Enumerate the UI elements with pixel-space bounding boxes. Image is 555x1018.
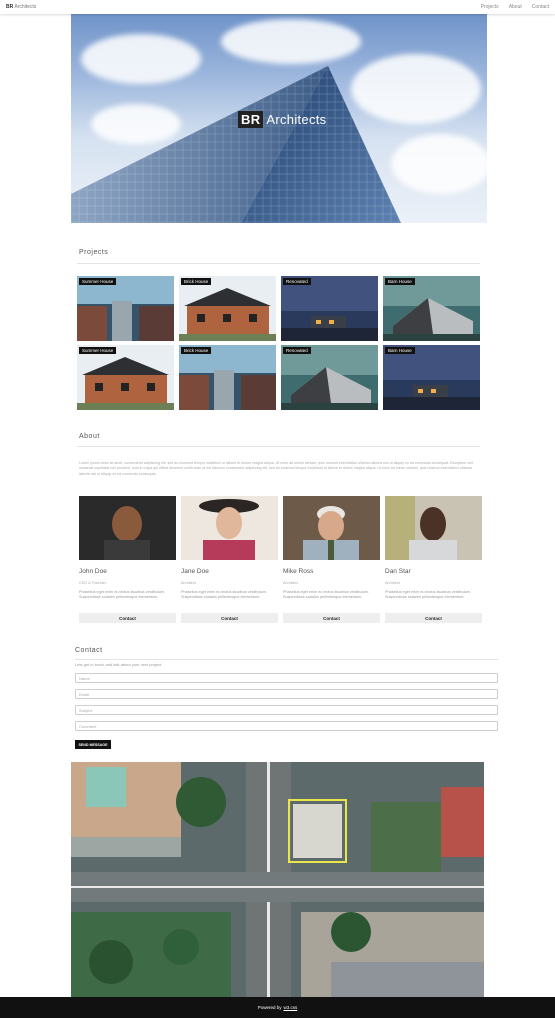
contact-divider bbox=[75, 659, 498, 660]
project-image bbox=[179, 276, 276, 341]
brand-bold: BR bbox=[6, 4, 14, 10]
team-role: CEO & Founder bbox=[79, 581, 107, 585]
team-description: Phasellus eget enim eu lectus faucibus v… bbox=[385, 590, 471, 599]
hero-badge: BR bbox=[238, 111, 264, 128]
team-card-dan-star: Dan Star Architect Phasellus eget enim e… bbox=[385, 496, 482, 623]
project-card-renovated-2[interactable]: Renovated bbox=[281, 345, 378, 410]
hero-title: BR Architects bbox=[238, 111, 326, 128]
footer-text: Powered by bbox=[257, 1005, 282, 1010]
project-image bbox=[77, 276, 174, 341]
subject-field[interactable]: Subject bbox=[75, 705, 498, 715]
about-paragraph: Lorem ipsum dolor sit amet, consectetur … bbox=[79, 461, 473, 476]
hero-title-text: Architects bbox=[266, 112, 327, 127]
project-card-brick-house[interactable]: Brick House bbox=[179, 276, 276, 341]
comment-field[interactable]: Comment bbox=[75, 721, 498, 731]
project-card-brick-house-2[interactable]: Brick House bbox=[179, 345, 276, 410]
project-card-summer-house-2[interactable]: Summer House bbox=[77, 345, 174, 410]
footer: Powered by w3.css bbox=[0, 997, 555, 1018]
about-divider bbox=[77, 446, 480, 447]
project-card-barn-house-2[interactable]: Barn House bbox=[383, 345, 480, 410]
portrait-image bbox=[385, 496, 482, 560]
contact-heading: Contact bbox=[75, 647, 103, 654]
projects-heading: Projects bbox=[79, 249, 109, 256]
brand-link[interactable]: BR Architects bbox=[6, 4, 36, 10]
aerial-city-image bbox=[71, 762, 484, 997]
nav-links: Projects About Contact bbox=[481, 4, 549, 10]
name-field[interactable]: Name bbox=[75, 673, 498, 683]
team-photo bbox=[79, 496, 176, 560]
team-photo bbox=[283, 496, 380, 560]
team-role: Architect bbox=[283, 581, 298, 585]
project-label: Renovated bbox=[283, 278, 311, 285]
team-description: Phasellus eget enim eu lectus faucibus v… bbox=[181, 590, 267, 599]
team-photo bbox=[181, 496, 278, 560]
portrait-image bbox=[79, 496, 176, 560]
project-card-barn-house[interactable]: Barn House bbox=[383, 276, 480, 341]
project-label: Barn House bbox=[385, 278, 415, 285]
projects-divider bbox=[77, 263, 480, 264]
brand-text: Architects bbox=[14, 4, 37, 10]
team-card-mike-ross: Mike Ross Architect Phasellus eget enim … bbox=[283, 496, 380, 623]
team-name: John Doe bbox=[79, 568, 107, 575]
project-label: Brick House bbox=[181, 347, 212, 354]
project-label: Barn House bbox=[385, 347, 415, 354]
about-heading: About bbox=[79, 433, 100, 440]
project-image bbox=[383, 276, 480, 341]
project-image bbox=[179, 345, 276, 410]
aerial-map-graphic bbox=[71, 762, 484, 997]
project-card-renovated[interactable]: Renovated bbox=[281, 276, 378, 341]
nav-link-projects[interactable]: Projects bbox=[481, 4, 499, 10]
nav-link-about[interactable]: About bbox=[509, 4, 522, 10]
top-navbar: BR Architects Projects About Contact bbox=[0, 0, 555, 14]
team-photo bbox=[385, 496, 482, 560]
project-image bbox=[77, 345, 174, 410]
project-label: Renovated bbox=[283, 347, 311, 354]
contact-button[interactable]: Contact bbox=[385, 613, 482, 623]
project-image bbox=[383, 345, 480, 410]
send-message-button[interactable]: SEND MESSAGE bbox=[75, 740, 111, 749]
team-role: Architect bbox=[385, 581, 400, 585]
project-card-summer-house[interactable]: Summer House bbox=[77, 276, 174, 341]
portrait-image bbox=[283, 496, 380, 560]
portrait-image bbox=[181, 496, 278, 560]
team-description: Phasellus eget enim eu lectus faucibus v… bbox=[79, 590, 165, 599]
contact-subtitle: Lets get in touch and talk about your ne… bbox=[75, 662, 163, 667]
project-image bbox=[281, 345, 378, 410]
team-card-jane-doe: Jane Doe Architect Phasellus eget enim e… bbox=[181, 496, 278, 623]
project-label: Summer House bbox=[79, 347, 117, 354]
nav-link-contact[interactable]: Contact bbox=[532, 4, 549, 10]
contact-button[interactable]: Contact bbox=[283, 613, 380, 623]
team-card-john-doe: John Doe CEO & Founder Phasellus eget en… bbox=[79, 496, 176, 623]
contact-button[interactable]: Contact bbox=[79, 613, 176, 623]
email-field[interactable]: Email bbox=[75, 689, 498, 699]
team-role: Architect bbox=[181, 581, 196, 585]
team-name: Jane Doe bbox=[181, 568, 209, 575]
team-name: Dan Star bbox=[385, 568, 411, 575]
footer-link[interactable]: w3.css bbox=[284, 1005, 298, 1010]
project-image bbox=[281, 276, 378, 341]
team-name: Mike Ross bbox=[283, 568, 314, 575]
project-label: Brick House bbox=[181, 278, 212, 285]
contact-button[interactable]: Contact bbox=[181, 613, 278, 623]
hero-banner: BR Architects bbox=[71, 14, 487, 223]
team-description: Phasellus eget enim eu lectus faucibus v… bbox=[283, 590, 369, 599]
project-label: Summer House bbox=[79, 278, 117, 285]
